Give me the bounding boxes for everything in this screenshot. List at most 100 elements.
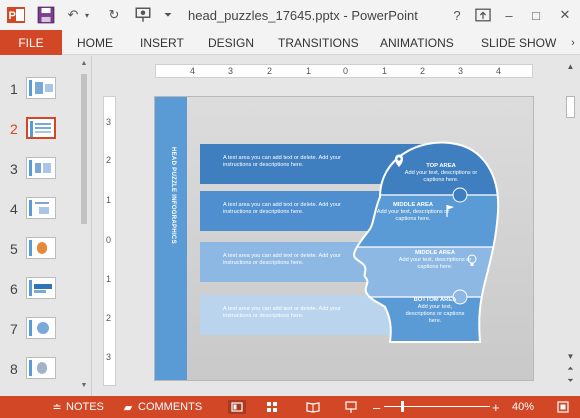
ruler-label: 4 [496, 66, 502, 76]
middle-area-label-2[interactable]: MIDDLE AREA Add your text, descriptions o… [393, 250, 477, 271]
slide-number: 3 [10, 161, 18, 177]
zoom-out-button[interactable]: – [373, 396, 380, 418]
zoom-slider-thumb[interactable] [401, 401, 404, 412]
slide-canvas[interactable]: HEAD PUZZLE INFOGRAPHICS A text area you… [154, 96, 534, 381]
minimize-button[interactable]: – [500, 6, 518, 24]
ribbon-scroll-right-icon[interactable]: › [566, 30, 580, 55]
thumbnail-image [26, 117, 56, 139]
thumbnail-image [26, 77, 56, 99]
present-from-beginning-icon[interactable] [134, 6, 152, 24]
scrollbar-thumb[interactable] [566, 96, 575, 118]
save-icon[interactable] [37, 6, 55, 24]
ruler-label: 2 [106, 313, 112, 323]
slide-number: 6 [10, 281, 18, 297]
ruler-label: 1 [106, 274, 112, 284]
slide-number: 1 [10, 81, 18, 97]
text-bar-text: A text area you can add text or delete. … [223, 155, 341, 168]
thumbnail-image [26, 317, 56, 339]
window-title: head_puzzles_17645.pptx - PowerPoint [188, 8, 418, 23]
restore-button[interactable]: □ [527, 6, 545, 24]
undo-icon[interactable]: ↶ [66, 6, 80, 24]
vertical-ruler: 3 2 1 0 1 2 3 [103, 96, 116, 386]
slide-thumbnail[interactable]: 6 [0, 276, 80, 304]
scroll-up-icon[interactable]: ▲ [80, 60, 88, 68]
slide-thumbnail[interactable]: 5 [0, 236, 80, 264]
tab-slide-show[interactable]: SLIDE SHOW [481, 30, 556, 55]
help-icon[interactable]: ? [448, 6, 466, 24]
ruler-label: 4 [190, 66, 196, 76]
thumbnail-image [26, 157, 56, 179]
scroll-up-icon[interactable]: ▲ [565, 62, 576, 72]
previous-slide-icon[interactable]: ⏶ [565, 364, 576, 374]
ruler-label: 3 [106, 352, 112, 362]
ruler-label: 1 [306, 66, 312, 76]
scrollbar-thumb[interactable] [81, 74, 87, 224]
slide-show-icon[interactable] [343, 400, 359, 414]
thumbnail-image [26, 277, 56, 299]
undo-dropdown-icon[interactable]: ▾ [82, 6, 92, 24]
zoom-in-button[interactable]: + [492, 396, 500, 418]
zoom-level[interactable]: 40% [512, 396, 534, 418]
tab-transitions[interactable]: TRANSITIONS [278, 30, 359, 55]
scroll-down-icon[interactable]: ▼ [565, 352, 576, 362]
top-area-label[interactable]: TOP AREA Add your text, descriptions or c… [401, 163, 481, 184]
ruler-label: 3 [458, 66, 464, 76]
slide-number: 2 [10, 121, 18, 137]
tab-insert[interactable]: INSERT [140, 30, 184, 55]
thumbnail-image [26, 357, 56, 379]
ruler-label: 2 [420, 66, 426, 76]
editor-scrollbar[interactable]: ▲ ▼ ⏶ ⏷ [563, 56, 578, 396]
reading-view-icon[interactable] [305, 400, 321, 414]
ruler-label: 2 [267, 66, 273, 76]
bottom-area-label[interactable]: BOTTOM AREA Add your text, descriptions o… [405, 297, 465, 325]
slide-thumbnail[interactable]: 1 [0, 76, 80, 104]
text-bar-text: A text area you can add text or delete. … [223, 306, 341, 319]
slide-number: 5 [10, 241, 18, 257]
notes-button[interactable]: NOTES [66, 396, 104, 418]
slide-sorter-icon[interactable] [264, 400, 280, 414]
bottom-area-title: BOTTOM AREA [413, 297, 457, 303]
tab-home[interactable]: HOME [77, 30, 113, 55]
next-slide-icon[interactable]: ⏷ [565, 376, 576, 386]
fit-slide-icon[interactable] [555, 400, 571, 414]
tab-design[interactable]: DESIGN [208, 30, 254, 55]
slide-thumbnail[interactable]: 4 [0, 196, 80, 224]
slide-title[interactable]: HEAD PUZZLE INFOGRAPHICS [166, 147, 176, 287]
comments-icon[interactable]: ▰ [122, 400, 134, 414]
thumbnail-scrollbar[interactable]: ▲ ▼ [80, 60, 88, 390]
middle-area-title-2: MIDDLE AREA [414, 250, 456, 256]
normal-view-icon[interactable] [228, 400, 246, 414]
comments-button[interactable]: COMMENTS [138, 396, 202, 418]
ribbon-tabs: FILE HOME INSERT DESIGN TRANSITIONS ANIM… [0, 30, 580, 55]
notes-icon[interactable]: ≐ [52, 400, 62, 414]
tab-animations[interactable]: ANIMATIONS [380, 30, 454, 55]
ruler-label: 3 [228, 66, 234, 76]
close-button[interactable]: ✕ [556, 6, 574, 24]
slide-thumbnail[interactable]: 3 [0, 156, 80, 184]
zoom-slider[interactable] [384, 406, 490, 407]
middle-area-label[interactable]: MIDDLE AREA Add your text, descriptions o… [373, 202, 453, 223]
thumbnail-image [26, 197, 56, 219]
slide-thumbnail[interactable]: 7 [0, 316, 80, 344]
middle-area-title: MIDDLE AREA [392, 202, 434, 208]
slide-number: 7 [10, 321, 18, 337]
bottom-area-body: Add your text, descriptions or captions … [405, 304, 465, 324]
slide-thumbnail[interactable]: 8 [0, 356, 80, 384]
redo-icon[interactable]: ↻ [107, 6, 121, 24]
thumbnail-image [26, 237, 56, 259]
ribbon-display-options-icon[interactable] [474, 6, 492, 24]
slide-thumbnail[interactable]: 2 [0, 116, 80, 144]
text-bar-text: A text area you can add text or delete. … [223, 202, 341, 215]
text-bar-text: A text area you can add text or delete. … [223, 253, 341, 266]
svg-text:P: P [9, 10, 16, 22]
tab-file[interactable]: FILE [0, 30, 62, 55]
ruler-label: 1 [106, 195, 112, 205]
customize-icon[interactable]: ⏷ [162, 6, 174, 24]
ruler-label: 0 [343, 66, 349, 76]
ruler-label: 1 [382, 66, 388, 76]
top-area-body: Add your text, descriptions or captions … [404, 170, 478, 183]
powerpoint-app-icon[interactable]: P [6, 5, 26, 25]
scroll-down-icon[interactable]: ▼ [80, 382, 88, 390]
slide-number: 4 [10, 201, 18, 217]
middle-area-body: Add your text, descriptions or captions … [376, 209, 450, 222]
